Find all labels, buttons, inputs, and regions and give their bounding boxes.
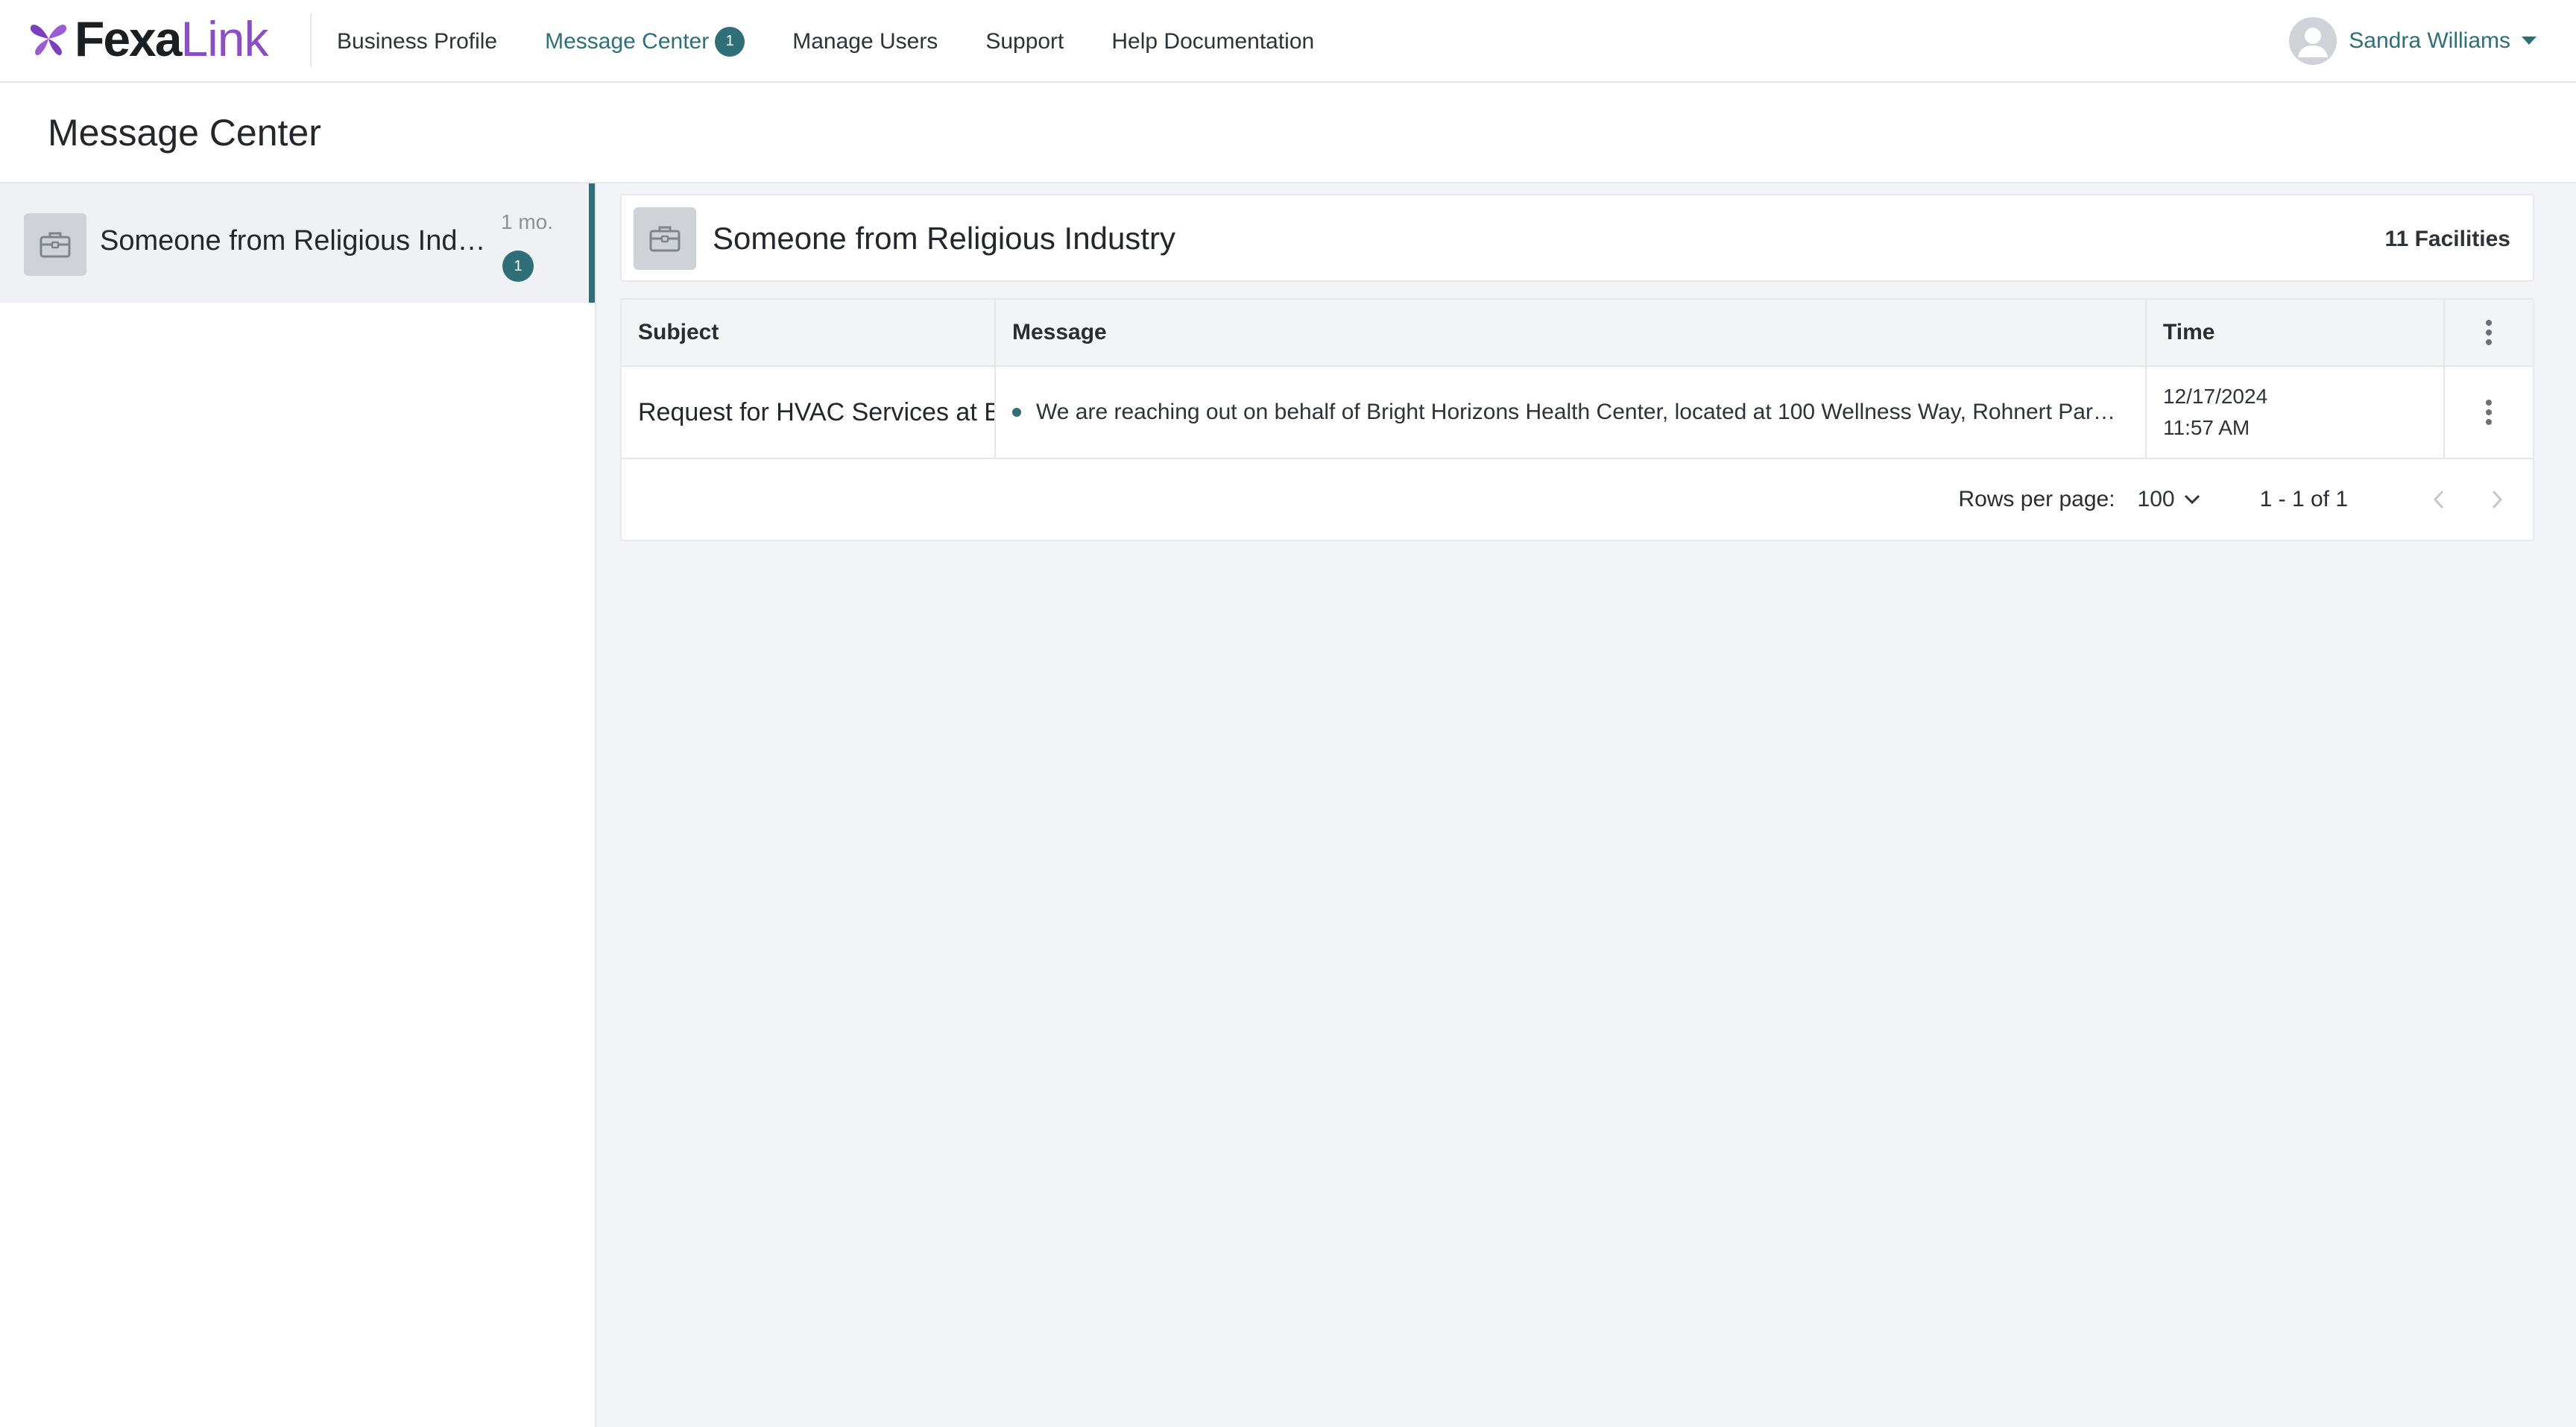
conversation-time: 1 mo. — [500, 210, 553, 233]
nav-label: Support — [985, 28, 1064, 54]
message-time: 11:57 AM — [2163, 416, 2250, 439]
chevron-down-icon — [2184, 494, 2200, 505]
more-vertical-icon — [2486, 400, 2492, 425]
nav-label: Message Center — [545, 28, 710, 54]
conversation-item[interactable]: Someone from Religious Industry 1 mo. 1 — [0, 183, 595, 303]
chevron-right-icon — [2492, 490, 2503, 509]
facilities-count: 11 Facilities — [2384, 227, 2510, 251]
briefcase-icon — [649, 226, 681, 252]
nav-message-center[interactable]: Message Center 1 — [545, 26, 745, 57]
conversation-header: Someone from Religious Industry 11 Facil… — [620, 194, 2534, 282]
briefcase-icon — [40, 232, 71, 258]
butterfly-logo-icon — [30, 25, 67, 56]
nav-support[interactable]: Support — [985, 29, 1064, 54]
chevron-left-icon — [2433, 490, 2444, 509]
pagination-range: 1 - 1 of 1 — [2259, 487, 2348, 511]
cell-actions — [2445, 367, 2533, 458]
page-title: Message Center — [48, 112, 321, 154]
message-subject: Request for HVAC Services at Bright Hori… — [638, 397, 994, 426]
nav-label: Help Documentation — [1111, 28, 1315, 54]
unread-count-badge: 1 — [715, 26, 745, 57]
table-row[interactable]: Request for HVAC Services at Bright Hori… — [622, 367, 2533, 459]
previous-page-button[interactable] — [2424, 485, 2454, 514]
nav-label: Manage Users — [792, 28, 938, 54]
column-label: Time — [2163, 320, 2215, 344]
unread-dot-icon — [1012, 408, 1021, 417]
column-header-subject[interactable]: Subject — [622, 300, 996, 365]
nav-business-profile[interactable]: Business Profile — [337, 29, 497, 54]
nav-divider — [310, 13, 312, 67]
nav-manage-users[interactable]: Manage Users — [792, 29, 938, 54]
rows-per-page-value: 100 — [2137, 487, 2175, 511]
cell-message: We are reaching out on behalf of Bright … — [996, 367, 2147, 458]
thread-avatar — [24, 213, 86, 276]
logo-word-fexa: Fexa — [75, 11, 182, 66]
conversation-title: Someone from Religious Industry — [713, 221, 1175, 256]
conversation-avatar — [634, 207, 696, 270]
message-preview: We are reaching out on behalf of Bright … — [1036, 400, 2124, 424]
avatar — [2289, 17, 2337, 65]
column-label: Message — [1012, 320, 1107, 344]
page-header: Message Center — [0, 83, 2576, 183]
user-icon — [2298, 28, 2329, 57]
fexalink-logo[interactable]: Fexa Link — [28, 11, 269, 66]
caret-down-icon — [2522, 37, 2536, 45]
conversation-list: Someone from Religious Industry 1 mo. 1 — [0, 183, 596, 1427]
table-pagination: Rows per page: 100 1 - 1 of 1 — [622, 459, 2533, 540]
next-page-button[interactable] — [2482, 485, 2512, 514]
user-menu[interactable]: Sandra Williams — [2289, 16, 2537, 66]
rows-per-page-select[interactable]: 100 — [2138, 487, 2200, 512]
more-vertical-icon — [2486, 320, 2492, 345]
cell-subject: Request for HVAC Services at Bright Hori… — [622, 367, 996, 458]
column-header-message[interactable]: Message — [996, 300, 2147, 365]
row-actions-button[interactable] — [2445, 367, 2533, 458]
logo-word-link: Link — [180, 11, 268, 66]
column-header-time[interactable]: Time — [2147, 300, 2445, 365]
rows-per-page-label: Rows per page: — [1958, 487, 2115, 511]
unread-badge: 1 — [502, 251, 534, 282]
top-navigation-bar: Fexa Link Business Profile Message Cente… — [0, 0, 2576, 83]
column-options-button[interactable] — [2445, 300, 2533, 365]
cell-time: 12/17/2024 11:57 AM — [2147, 367, 2445, 458]
conversation-name: Someone from Religious Industry — [100, 225, 487, 256]
nav-label: Business Profile — [337, 28, 498, 54]
user-name: Sandra Williams — [2349, 28, 2510, 53]
nav-help-documentation[interactable]: Help Documentation — [1111, 29, 1314, 54]
message-date: 12/17/2024 — [2163, 385, 2268, 408]
main-nav: Business Profile Message Center 1 Manage… — [337, 0, 1362, 83]
table-header: Subject Message Time — [622, 300, 2533, 367]
messages-table: Subject Message Time Request for HVAC Se… — [620, 298, 2534, 541]
column-label: Subject — [638, 320, 719, 344]
